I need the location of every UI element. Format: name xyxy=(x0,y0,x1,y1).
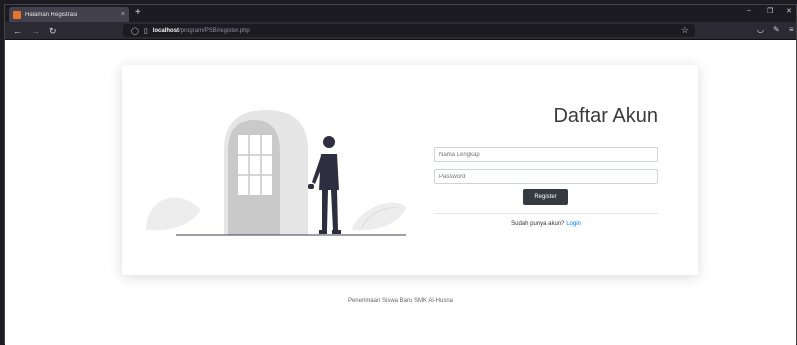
new-tab-button[interactable]: + xyxy=(135,7,141,19)
address-bar[interactable]: ◯ ▯ localhost /program/PSB/register.php … xyxy=(123,24,695,37)
favicon-icon xyxy=(13,10,21,19)
reload-icon[interactable]: ↻ xyxy=(49,25,57,37)
browser-window: Halaman Registrasi × + – ❐ ✕ ← → ↻ ◯ ▯ l… xyxy=(4,4,797,345)
pocket-icon[interactable]: ◡ xyxy=(757,25,764,34)
bookmark-star-icon[interactable]: ☆ xyxy=(681,25,689,36)
minimize-button[interactable]: – xyxy=(747,7,751,14)
url-path: /program/PSB/register.php xyxy=(179,27,250,34)
menu-icon[interactable]: ≡ xyxy=(789,25,794,34)
tab-bar: Halaman Registrasi × + – ❐ ✕ xyxy=(5,5,796,22)
shield-icon[interactable]: ◯ xyxy=(131,27,139,35)
extension-icon[interactable]: ✎ xyxy=(773,25,780,34)
forward-icon[interactable]: → xyxy=(31,25,40,37)
login-link[interactable]: Login xyxy=(566,221,581,227)
tab-close-icon[interactable]: × xyxy=(121,11,125,18)
restore-button[interactable]: ❐ xyxy=(767,7,773,15)
register-card: Daftar Akun Register Sudah punya akun? L… xyxy=(122,65,698,275)
page-icon[interactable]: ▯ xyxy=(144,27,148,35)
page-title: Daftar Akun xyxy=(553,105,658,127)
footer-text: Penerimaan Siswa Baru SMK Al-Husna xyxy=(347,298,454,304)
back-icon[interactable]: ← xyxy=(13,25,22,37)
browser-tab[interactable]: Halaman Registrasi × xyxy=(9,7,129,22)
page-content: Daftar Akun Register Sudah punya akun? L… xyxy=(5,40,796,345)
login-prompt-row: Sudah punya akun? Login xyxy=(434,221,658,227)
login-prompt-text: Sudah punya akun? xyxy=(511,221,565,227)
url-host: localhost xyxy=(152,27,180,34)
password-field[interactable] xyxy=(434,169,658,184)
navigation-toolbar: ← → ↻ ◯ ▯ localhost /program/PSB/registe… xyxy=(5,22,796,40)
full-name-field[interactable] xyxy=(434,147,658,162)
register-button[interactable]: Register xyxy=(523,189,568,205)
door-illustration xyxy=(146,110,406,236)
divider xyxy=(434,213,658,214)
close-window-button[interactable]: ✕ xyxy=(786,7,792,15)
tab-title: Halaman Registrasi xyxy=(25,11,78,18)
